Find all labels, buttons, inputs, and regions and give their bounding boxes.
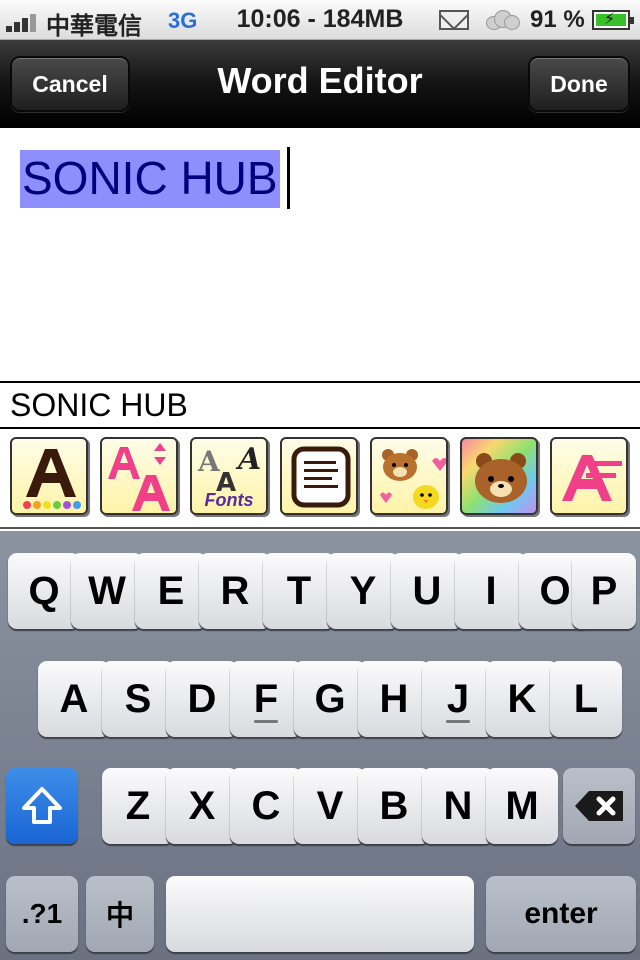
text-preview: SONIC HUB xyxy=(0,381,640,429)
text-size-icon[interactable] xyxy=(100,437,178,515)
key-w[interactable]: W xyxy=(71,553,143,629)
key-v[interactable]: V xyxy=(294,768,366,844)
key-f[interactable]: F xyxy=(230,661,302,737)
backspace-key[interactable] xyxy=(563,768,635,844)
key-u[interactable]: U xyxy=(391,553,463,629)
fonts-icon[interactable]: A A A Fonts xyxy=(190,437,268,515)
key-m[interactable]: M xyxy=(486,768,558,844)
key-j[interactable]: J xyxy=(422,661,494,737)
style-toolbar: A A A Fonts xyxy=(0,429,640,529)
key-r[interactable]: R xyxy=(199,553,271,629)
key-g[interactable]: G xyxy=(294,661,366,737)
text-effect-icon[interactable] xyxy=(550,437,628,515)
fonts-label: Fonts xyxy=(204,490,254,510)
key-n[interactable]: N xyxy=(422,768,494,844)
key-e[interactable]: E xyxy=(135,553,207,629)
text-color-icon[interactable] xyxy=(10,437,88,515)
selected-text[interactable]: SONIC HUB xyxy=(20,150,280,208)
key-b[interactable]: B xyxy=(358,768,430,844)
key-k[interactable]: K xyxy=(486,661,558,737)
cloud-weather-icon xyxy=(484,8,522,32)
mail-icon xyxy=(439,10,469,30)
navigation-bar: Cancel Word Editor Done xyxy=(0,40,640,128)
key-y[interactable]: Y xyxy=(327,553,399,629)
space-key[interactable] xyxy=(166,876,474,952)
key-q[interactable]: Q xyxy=(8,553,80,629)
language-key[interactable]: 中 xyxy=(86,876,154,952)
shift-key[interactable] xyxy=(6,768,78,844)
text-caret xyxy=(287,147,290,209)
key-t[interactable]: T xyxy=(263,553,335,629)
key-h[interactable]: H xyxy=(358,661,430,737)
shift-arrow-icon xyxy=(22,787,62,824)
key-l[interactable]: L xyxy=(550,661,622,737)
word-editor-screen: 中華電信 3G 10:06 - 184MB 91 % ⚡ Cancel Word… xyxy=(0,0,640,960)
key-x[interactable]: X xyxy=(166,768,238,844)
word-text-area[interactable]: SONIC HUB xyxy=(0,130,640,382)
key-a[interactable]: A xyxy=(38,661,110,737)
on-screen-keyboard: Q W E R T Y U I O P A S D F G H J K L Z … xyxy=(0,531,640,960)
key-p[interactable]: P xyxy=(572,553,636,629)
preview-text: SONIC HUB xyxy=(10,387,188,423)
key-z[interactable]: Z xyxy=(102,768,174,844)
battery-percent: 91 % xyxy=(530,6,585,33)
backspace-icon xyxy=(575,791,623,821)
done-button[interactable]: Done xyxy=(528,56,630,112)
key-s[interactable]: S xyxy=(102,661,174,737)
status-bar: 中華電信 3G 10:06 - 184MB 91 % ⚡ xyxy=(0,0,640,40)
notepad-icon[interactable] xyxy=(280,437,358,515)
battery-charging-icon: ⚡ xyxy=(592,10,634,30)
numbers-key[interactable]: .?1 xyxy=(6,876,78,952)
bear-stickers-icon[interactable] xyxy=(370,437,448,515)
key-d[interactable]: D xyxy=(166,661,238,737)
enter-key[interactable]: enter xyxy=(486,876,636,952)
svg-text:A: A xyxy=(235,442,261,477)
bear-background-icon[interactable] xyxy=(460,437,538,515)
key-c[interactable]: C xyxy=(230,768,302,844)
key-i[interactable]: I xyxy=(455,553,527,629)
